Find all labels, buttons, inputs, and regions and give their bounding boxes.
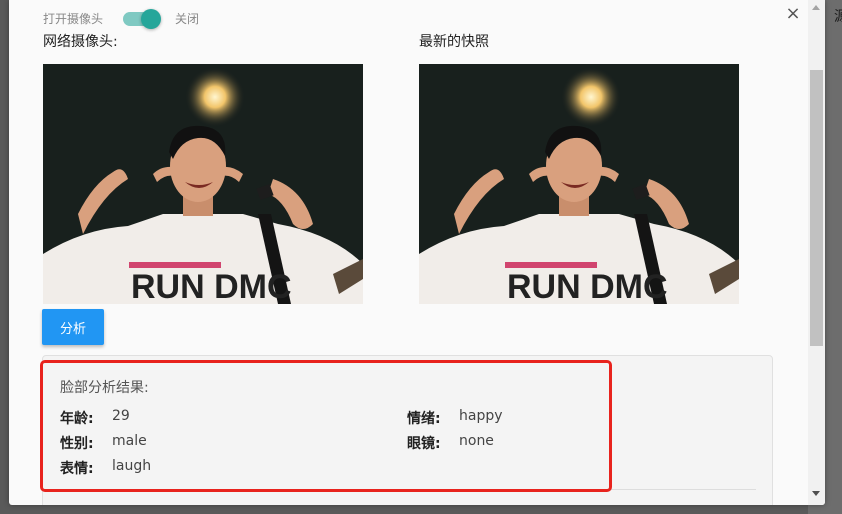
result-value: laugh bbox=[112, 458, 152, 474]
result-value: none bbox=[459, 433, 494, 449]
result-emotion: 情绪: happy bbox=[407, 408, 503, 428]
result-key: 性别: bbox=[60, 436, 94, 452]
snapshot-image: RUN DMC bbox=[419, 64, 739, 304]
face-analysis-dialog: × 打开摄像头 关闭 网络摄像头: 最新的快照 RUN DMC RUN DMC … bbox=[9, 0, 825, 505]
result-value: 29 bbox=[112, 408, 130, 424]
analyze-button[interactable]: 分析 bbox=[42, 309, 104, 345]
result-age: 年龄: 29 bbox=[60, 408, 130, 428]
result-value: male bbox=[112, 433, 147, 449]
switch-knob[interactable] bbox=[141, 8, 162, 29]
result-key: 情绪: bbox=[407, 411, 441, 427]
result-gender: 性别: male bbox=[60, 433, 147, 453]
result-key: 表情: bbox=[60, 461, 94, 477]
webcam-feed: RUN DMC bbox=[43, 64, 363, 304]
scroll-up-icon[interactable] bbox=[812, 5, 820, 10]
result-value: happy bbox=[459, 408, 503, 424]
face-analysis-results: 脸部分析结果: 年龄: 29 性别: male 表情: laugh 情绪: ha… bbox=[42, 355, 773, 505]
shirt-print: RUN DMC bbox=[507, 268, 668, 304]
close-icon[interactable]: × bbox=[785, 5, 801, 23]
results-title: 脸部分析结果: bbox=[60, 380, 149, 396]
camera-on-label: 打开摄像头 bbox=[43, 12, 104, 26]
webcam-label: 网络摄像头: bbox=[43, 34, 118, 50]
camera-off-label: 关闭 bbox=[175, 12, 200, 26]
camera-toggle-row: 打开摄像头 关闭 bbox=[43, 8, 200, 29]
result-key: 眼镜: bbox=[407, 436, 441, 452]
webcam-image: RUN DMC bbox=[43, 64, 363, 304]
camera-switch[interactable] bbox=[123, 8, 162, 29]
result-glasses: 眼镜: none bbox=[407, 433, 494, 453]
snapshot-picture: RUN DMC bbox=[419, 64, 739, 304]
dialog-scrollbar[interactable] bbox=[808, 0, 825, 505]
scroll-down-icon[interactable] bbox=[812, 491, 820, 496]
result-key: 年龄: bbox=[60, 411, 94, 427]
background-text: 源 bbox=[834, 9, 842, 25]
result-expression: 表情: laugh bbox=[60, 458, 151, 478]
snapshot-label: 最新的快照 bbox=[419, 34, 489, 50]
card-divider bbox=[43, 489, 756, 490]
scroll-thumb[interactable] bbox=[810, 70, 823, 346]
shirt-print: RUN DMC bbox=[131, 268, 292, 304]
